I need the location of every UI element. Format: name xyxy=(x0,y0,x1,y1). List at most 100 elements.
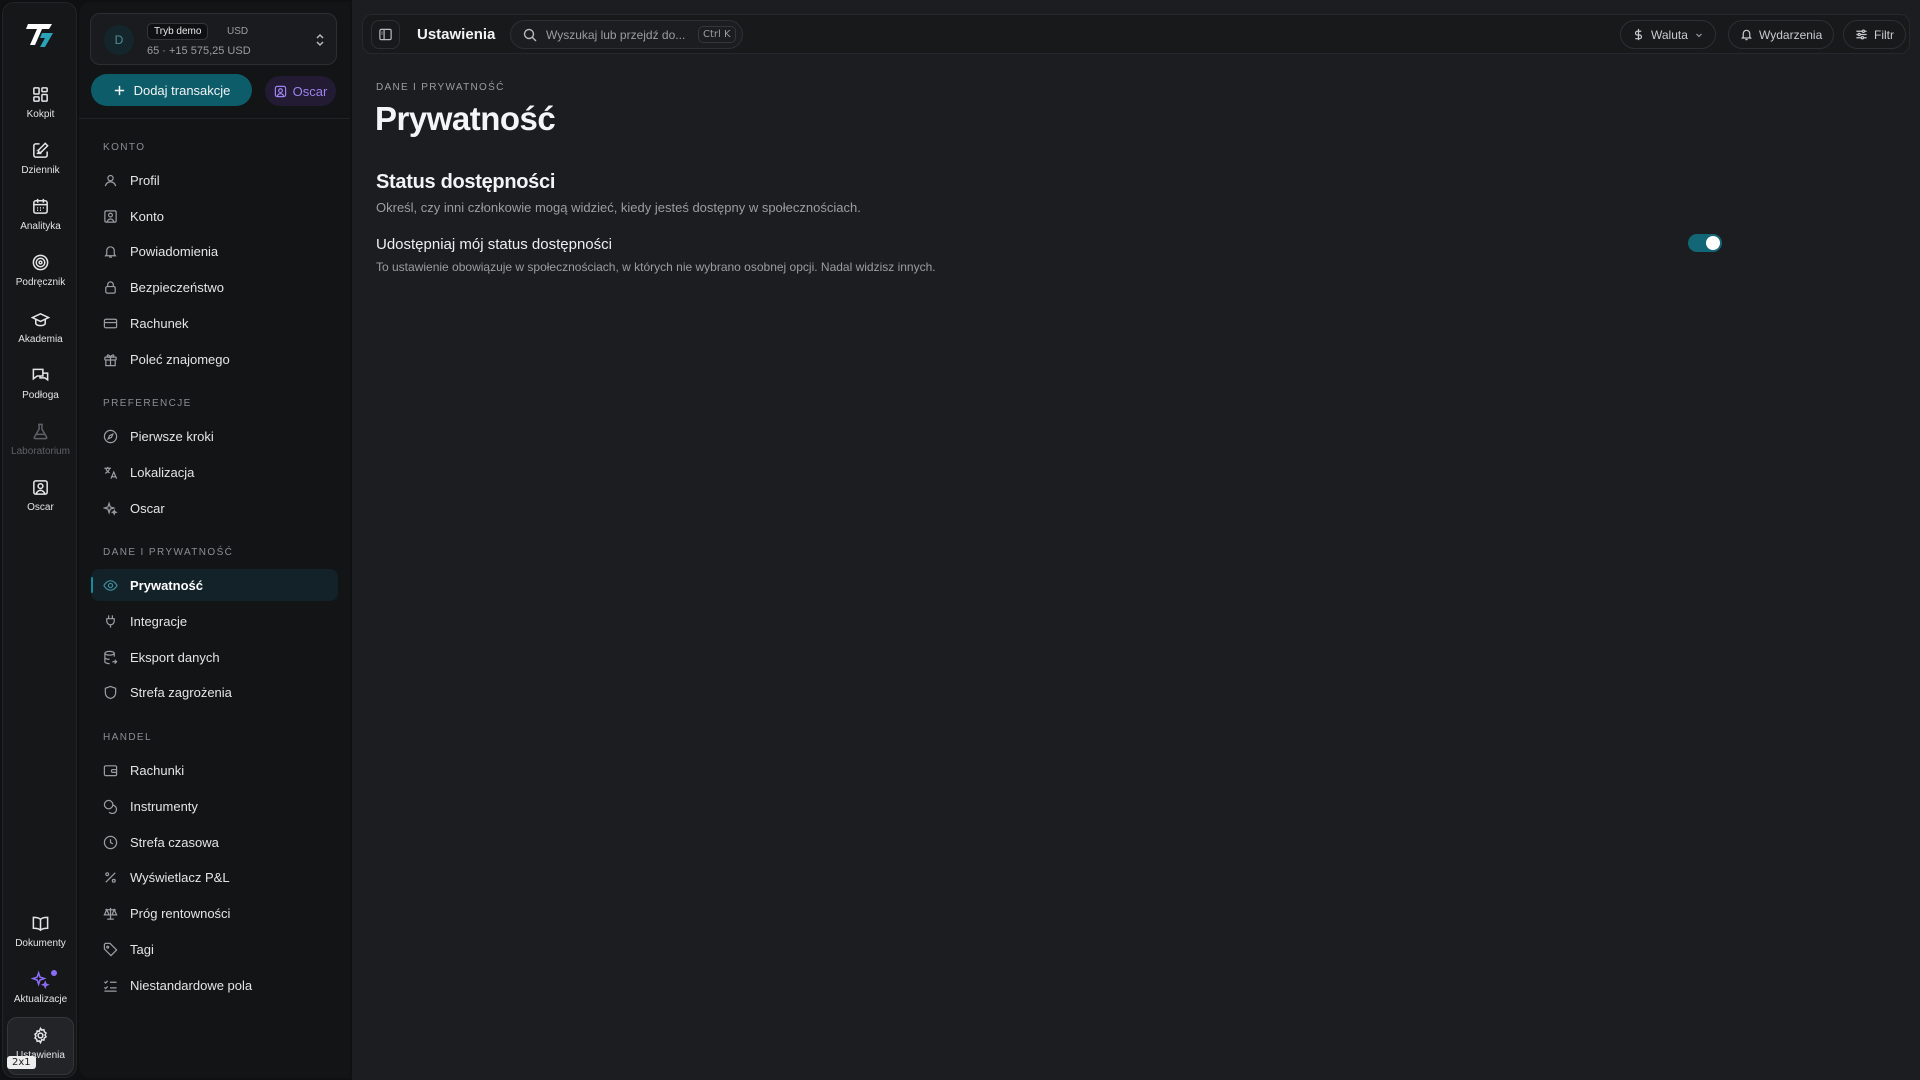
add-transaction-button[interactable]: Dodaj transakcje xyxy=(91,74,252,106)
sidebar-item-profil[interactable]: Profil xyxy=(91,164,338,196)
sidebar-item-pierwsze-kroki[interactable]: Pierwsze kroki xyxy=(91,420,338,452)
availability-status-toggle[interactable] xyxy=(1688,234,1722,252)
section-heading-handel: HANDEL xyxy=(103,732,152,743)
coins-icon xyxy=(103,799,118,814)
account-switcher[interactable]: D Tryb demo USD 65 · +15 575,25 USD xyxy=(90,13,337,65)
oscar-button[interactable]: Oscar xyxy=(265,76,336,106)
sidebar-toggle-button[interactable] xyxy=(371,20,400,49)
search-placeholder: Wyszukaj lub przejdź do... xyxy=(546,28,686,42)
sidebar-item-label: Prywatność xyxy=(130,577,203,593)
sidebar-item-tagi[interactable]: Tagi xyxy=(91,933,338,965)
sidebar-item-label: Wyświetlacz P&L xyxy=(130,869,230,885)
lock-icon xyxy=(103,280,118,295)
section-title: Status dostępności xyxy=(376,171,556,193)
setting-description: To ustawienie obowiązuje w społecznościa… xyxy=(376,260,936,274)
sidebar-item-label: Powiadomienia xyxy=(130,243,219,259)
calendar-icon xyxy=(31,197,50,216)
sidebar-item-bezpieczenstwo[interactable]: Bezpieczeństwo xyxy=(91,271,338,303)
bell-icon xyxy=(103,244,118,259)
sidebar-item-label: Instrumenty xyxy=(130,798,198,814)
page-title: Prywatność xyxy=(375,100,556,137)
currency-dropdown[interactable]: Waluta xyxy=(1620,20,1716,49)
account-currency: USD xyxy=(227,26,249,37)
database-export-icon xyxy=(103,650,118,665)
main-content: Ustawienia Wyszukaj lub przejdź do... Ct… xyxy=(352,0,1920,1080)
sparkles-icon xyxy=(103,500,118,516)
checklist-icon xyxy=(103,978,118,993)
user-square-icon xyxy=(31,478,50,497)
sidebar-item-rachunek[interactable]: Rachunek xyxy=(91,307,338,339)
rail-podloga[interactable]: Podłoga xyxy=(7,364,74,416)
events-button[interactable]: Wydarzenia xyxy=(1728,20,1835,49)
top-bar: Ustawienia Wyszukaj lub przejdź do... Ct… xyxy=(362,14,1910,54)
translate-icon xyxy=(103,465,118,480)
avatar: D xyxy=(104,25,134,55)
rail-label: Aktualizacje xyxy=(13,994,68,1005)
journal-edit-icon xyxy=(31,141,50,160)
rail-podrecznik[interactable]: Podręcznik xyxy=(7,251,74,303)
app-rail: Kokpit Dziennik Analityka Podręcznik Aka… xyxy=(2,2,77,1078)
book-open-icon xyxy=(31,914,50,933)
rail-analityka[interactable]: Analityka xyxy=(7,195,74,247)
sidebar-item-eksport-danych[interactable]: Eksport danych xyxy=(91,641,338,673)
sidebar-item-strefa-zagrozenia[interactable]: Strefa zagrożenia xyxy=(91,676,338,708)
sidebar-item-rachunki[interactable]: Rachunki xyxy=(91,754,338,786)
sidebar-item-strefa-czasowa[interactable]: Strefa czasowa xyxy=(91,826,338,858)
filter-button[interactable]: Filtr xyxy=(1843,20,1906,49)
sidebar-item-label: Niestandardowe pola xyxy=(130,977,253,993)
sidebar-item-label: Lokalizacja xyxy=(130,464,195,480)
flask-icon xyxy=(31,422,50,441)
chat-bubbles-icon xyxy=(31,366,50,385)
currency-label: Waluta xyxy=(1651,27,1688,42)
toggle-knob xyxy=(1706,236,1720,250)
sidebar-item-integracje[interactable]: Integracje xyxy=(91,605,338,637)
events-label: Wydarzenia xyxy=(1759,27,1823,42)
section-heading-dane-i-prywatnosc: DANE I PRYWATNOŚĆ xyxy=(103,547,234,558)
section-heading-konto: KONTO xyxy=(103,142,146,153)
sidebar-item-lokalizacja[interactable]: Lokalizacja xyxy=(91,456,338,488)
oscar-label: Oscar xyxy=(292,83,328,99)
sidebar-item-label: Oscar xyxy=(130,500,165,516)
sidebar-item-oscar[interactable]: Oscar xyxy=(91,492,338,524)
sidebar-item-niestandardowe-pola[interactable]: Niestandardowe pola xyxy=(91,969,338,1001)
sidebar-item-label: Tagi xyxy=(130,941,154,957)
add-transaction-label: Dodaj transakcje xyxy=(133,82,231,98)
search-input[interactable]: Wyszukaj lub przejdź do... Ctrl K xyxy=(510,20,743,49)
sidebar-item-label: Rachunki xyxy=(130,762,185,778)
panel-left-icon xyxy=(378,27,393,42)
rail-oscar[interactable]: Oscar xyxy=(7,476,74,528)
gift-icon xyxy=(103,352,118,367)
sidebar-item-konto[interactable]: Konto xyxy=(91,200,338,232)
sidebar-item-wyswietlacz-pl[interactable]: Wyświetlacz P&L xyxy=(91,861,338,893)
rail-dokumenty[interactable]: Dokumenty xyxy=(7,912,74,964)
demo-mode-badge: Tryb demo xyxy=(147,23,209,40)
rail-akademia[interactable]: Akademia xyxy=(7,308,74,360)
rail-label: Analityka xyxy=(20,221,61,232)
sidebar-item-prywatnosc[interactable]: Prywatność xyxy=(91,569,338,601)
rail-label: Oscar xyxy=(27,502,54,513)
rail-dziennik[interactable]: Dziennik xyxy=(7,139,74,191)
graduation-cap-icon xyxy=(31,310,50,329)
sidebar-item-powiadomienia[interactable]: Powiadomienia xyxy=(91,235,338,267)
section-heading-preferencje: PREFERENCJE xyxy=(103,398,192,409)
scale-icon xyxy=(103,906,118,921)
rail-laboratorium[interactable]: Laboratorium xyxy=(7,420,74,472)
shield-icon xyxy=(103,685,118,700)
sidebar-item-label: Pierwsze kroki xyxy=(130,428,214,444)
sidebar-item-instrumenty[interactable]: Instrumenty xyxy=(91,790,338,822)
rail-kokpit[interactable]: Kokpit xyxy=(7,83,74,135)
rail-label: Dokumenty xyxy=(15,938,66,949)
grid-icon xyxy=(31,85,50,104)
dollar-icon xyxy=(1632,28,1645,41)
rail-aktualizacje[interactable]: Aktualizacje xyxy=(7,968,74,1020)
clock-icon xyxy=(103,835,118,850)
sidebar-item-prog-rentownosci[interactable]: Próg rentowności xyxy=(91,897,338,929)
rail-label: Kokpit xyxy=(26,109,55,120)
user-square-icon xyxy=(103,209,118,224)
sidebar-item-polec-znajomego[interactable]: Poleć znajomego xyxy=(91,343,338,375)
breadcrumb: DANE I PRYWATNOŚĆ xyxy=(376,82,505,93)
sidebar-item-label: Integracje xyxy=(130,613,188,629)
sparkles-icon xyxy=(31,970,50,989)
app-logo[interactable] xyxy=(25,19,57,51)
rail-label: Podłoga xyxy=(22,390,59,401)
